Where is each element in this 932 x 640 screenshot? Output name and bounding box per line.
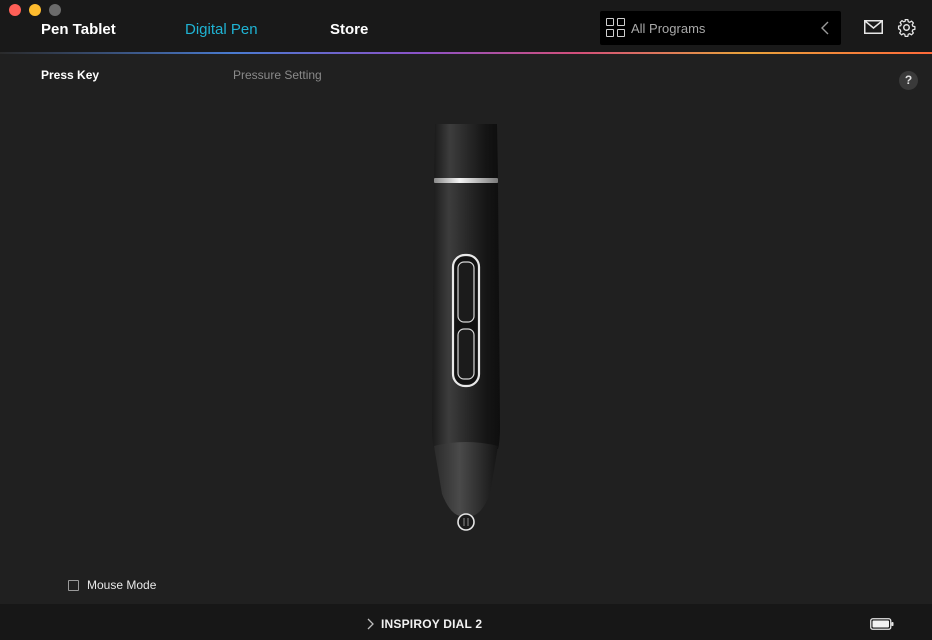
subtab-press-key[interactable]: Press Key bbox=[41, 68, 99, 82]
mouse-mode-checkbox[interactable] bbox=[68, 579, 79, 591]
device-switcher[interactable]: INSPIROY DIAL 2 bbox=[366, 617, 482, 631]
mouse-mode-label: Mouse Mode bbox=[87, 578, 157, 592]
window-controls bbox=[9, 4, 61, 16]
subtab-pressure-setting[interactable]: Pressure Setting bbox=[233, 68, 322, 82]
tab-store[interactable]: Store bbox=[330, 21, 368, 38]
program-selector-label: All Programs bbox=[631, 21, 706, 36]
pen-nib[interactable] bbox=[457, 513, 475, 531]
pen-upper-button[interactable] bbox=[457, 261, 475, 323]
window-close-button[interactable] bbox=[9, 4, 21, 16]
mail-icon[interactable] bbox=[864, 20, 883, 34]
accent-divider bbox=[0, 52, 932, 54]
top-navigation-bar: Pen Tablet Digital Pen Store All Program… bbox=[0, 0, 932, 52]
grid-icon bbox=[606, 18, 626, 38]
app-window: Pen Tablet Digital Pen Store All Program… bbox=[0, 0, 932, 640]
tab-digital-pen[interactable]: Digital Pen bbox=[185, 21, 258, 38]
chevron-right-icon bbox=[367, 618, 374, 630]
battery-icon bbox=[870, 618, 894, 630]
pen-lower-button[interactable] bbox=[457, 328, 475, 380]
gear-icon[interactable] bbox=[897, 18, 916, 37]
mouse-mode-option[interactable]: Mouse Mode bbox=[68, 578, 156, 592]
window-minimize-button[interactable] bbox=[29, 4, 41, 16]
tab-pen-tablet[interactable]: Pen Tablet bbox=[41, 21, 116, 38]
digital-pen-illustration bbox=[432, 124, 500, 531]
device-status-bar: INSPIROY DIAL 2 bbox=[0, 604, 932, 640]
device-name: INSPIROY DIAL 2 bbox=[381, 617, 483, 631]
program-selector[interactable]: All Programs bbox=[600, 11, 841, 45]
help-button[interactable]: ? bbox=[899, 71, 918, 90]
window-maximize-button[interactable] bbox=[49, 4, 61, 16]
chevron-left-icon[interactable] bbox=[819, 20, 833, 36]
